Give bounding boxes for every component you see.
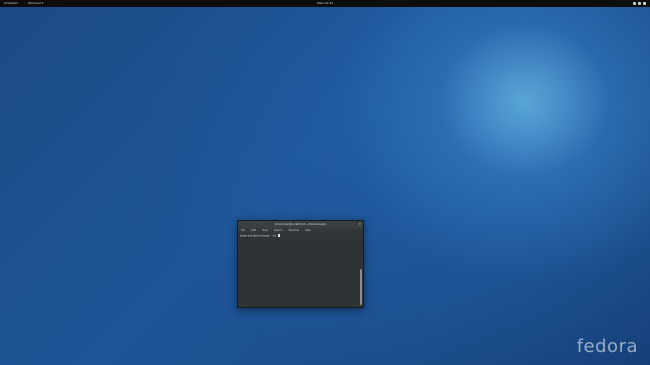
top-bar: Activities Terminal ▾ Wed 10:41 [0, 0, 650, 7]
volume-icon [638, 2, 641, 5]
close-icon[interactable]: ✕ [358, 221, 361, 228]
power-icon [643, 2, 646, 5]
fedora-logo: fedora [576, 336, 638, 357]
clock[interactable]: Wed 10:41 [0, 0, 650, 7]
terminal-prompt: [phoronix@localhost ~]$ [240, 234, 278, 238]
text-cursor [278, 234, 281, 237]
terminal-window[interactable]: phoronix@localhost:~/Downloads ✕ File Ed… [237, 220, 364, 308]
scrollbar[interactable] [360, 269, 362, 305]
desktop-background [0, 0, 650, 365]
terminal-titlebar[interactable]: phoronix@localhost:~/Downloads ✕ [238, 221, 363, 228]
system-tray[interactable] [633, 0, 646, 5]
network-icon [633, 2, 636, 5]
terminal-output[interactable]: [phoronix@localhost ~]$ [238, 233, 360, 307]
terminal-title: phoronix@localhost:~/Downloads [275, 222, 326, 226]
